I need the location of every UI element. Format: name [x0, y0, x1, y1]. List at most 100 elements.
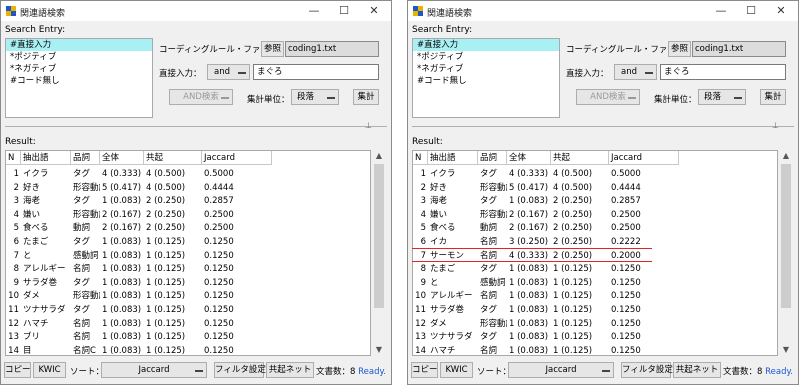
result-table[interactable]: N 抽出語 品詞 全体 共起 Jaccard 1 イクラ タグ 4 (0.333) 4 … [412, 150, 778, 356]
and-search-select[interactable]: AND検索 [576, 89, 640, 105]
table-row[interactable]: 7 と 感動詞 1 (0.083) 1 (0.125) 0.1250 [6, 250, 370, 264]
column-header-pos[interactable]: 品詞 [71, 151, 100, 165]
entry-item[interactable]: *ネガティブ [413, 63, 559, 75]
table-row[interactable]: 2 好き 形容動詞5 (0.417) 4 (0.500) 0.4444 [413, 182, 777, 196]
entry-list[interactable]: #直接入力 *ポジティブ *ネガティブ #コード無し [412, 38, 560, 118]
table-row[interactable]: 9 と 感動詞 1 (0.083) 1 (0.125) 0.1250 [413, 277, 777, 291]
column-header-word[interactable]: 抽出語 [21, 151, 71, 165]
copy-button[interactable]: コピー [4, 362, 31, 378]
column-header-total[interactable]: 全体 [100, 151, 144, 165]
minimize-button[interactable]: — [303, 3, 325, 19]
vertical-scrollbar[interactable]: ▲ ▼ [779, 150, 793, 356]
table-row[interactable]: 11 サラダ巻 タグ 1 (0.083) 1 (0.125) 0.1250 [413, 304, 777, 318]
sash-handle-icon[interactable]: ⊥ [772, 122, 782, 130]
column-header-word[interactable]: 抽出語 [428, 151, 478, 165]
scroll-up-icon[interactable]: ▲ [372, 150, 386, 162]
table-row[interactable]: 4 嫌い 形容動詞2 (0.167) 2 (0.250) 0.2500 [413, 209, 777, 223]
and-select[interactable]: and [207, 64, 250, 80]
table-row[interactable]: 14 ハマチ 名詞 1 (0.083) 1 (0.125) 0.1250 [413, 345, 777, 355]
entry-item[interactable]: #コード無し [6, 75, 152, 87]
filter-button[interactable]: フィルタ設定 [621, 362, 673, 378]
table-row[interactable]: 4 嫌い 形容動詞2 (0.167) 2 (0.250) 0.2500 [6, 209, 370, 223]
table-cell: と [430, 277, 439, 288]
column-header-cooccur[interactable]: 共起 [551, 151, 609, 165]
kwic-button[interactable]: KWIC [440, 362, 473, 378]
entry-item[interactable]: *ポジティブ [6, 51, 152, 63]
and-select[interactable]: and [614, 64, 657, 80]
maximize-button[interactable]: ☐ [740, 3, 762, 19]
pane-divider[interactable] [412, 126, 794, 127]
table-cell: 0.1250 [611, 264, 641, 275]
table-row[interactable]: 5 食べる 動詞 2 (0.167) 2 (0.250) 0.2500 [6, 222, 370, 236]
table-row[interactable]: 2 好き 形容動詞5 (0.417) 4 (0.500) 0.4444 [6, 182, 370, 196]
table-cell: たまご [23, 236, 49, 247]
table-row[interactable]: 10 ダメ 形容動詞1 (0.083) 1 (0.125) 0.1250 [6, 290, 370, 304]
vertical-scrollbar[interactable]: ▲ ▼ [372, 150, 386, 356]
coding-file-field[interactable]: coding1.txt [692, 41, 786, 57]
network-button[interactable]: 共起ネット [266, 362, 314, 378]
column-header-n[interactable]: N [413, 151, 428, 165]
table-row[interactable]: 1 イクラ タグ 4 (0.333) 4 (0.500) 0.5000 [413, 168, 777, 182]
search-input[interactable]: まぐろ [660, 64, 786, 80]
table-cell: 0.2500 [204, 209, 234, 220]
table-row[interactable]: 10 アレルギー 名詞 1 (0.083) 1 (0.125) 0.1250 [413, 290, 777, 304]
entry-list[interactable]: #直接入力 *ポジティブ *ネガティブ #コード無し [5, 38, 153, 118]
sash-handle-icon[interactable]: ⊥ [365, 122, 375, 130]
entry-item[interactable]: #直接入力 [6, 39, 152, 51]
close-button[interactable]: ✕ [363, 3, 385, 19]
browse-button[interactable]: 参照 [668, 41, 691, 57]
count-button[interactable]: 集計 [353, 89, 379, 105]
column-header-jaccard[interactable]: Jaccard [609, 151, 679, 165]
count-button[interactable]: 集計 [760, 89, 786, 105]
table-cell: 1 (0.083) [509, 318, 549, 329]
scroll-down-icon[interactable]: ▼ [372, 344, 386, 356]
unit-select[interactable]: 段落 [698, 89, 746, 105]
table-row[interactable]: 12 ダメ 形容動詞1 (0.083) 1 (0.125) 0.1250 [413, 318, 777, 332]
entry-item[interactable]: #コード無し [413, 75, 559, 87]
entry-item[interactable]: *ポジティブ [413, 51, 559, 63]
minimize-button[interactable]: — [710, 3, 732, 19]
table-row[interactable]: 3 海老 タグ 1 (0.083) 2 (0.250) 0.2857 [413, 195, 777, 209]
close-button[interactable]: ✕ [770, 3, 792, 19]
browse-button[interactable]: 参照 [261, 41, 284, 57]
table-row[interactable]: 9 サラダ巻 タグ 1 (0.083) 1 (0.125) 0.1250 [6, 277, 370, 291]
and-search-select[interactable]: AND検索 [169, 89, 233, 105]
table-row[interactable]: 13 ツナサラダ タグ 1 (0.083) 1 (0.125) 0.1250 [413, 331, 777, 345]
scroll-thumb[interactable] [781, 164, 791, 308]
scroll-thumb[interactable] [374, 164, 384, 308]
filter-button[interactable]: フィルタ設定 [214, 362, 266, 378]
title-bar[interactable]: 関連語検索 — ☐ ✕ [1, 1, 391, 21]
table-row[interactable]: 12 ハマチ 名詞 1 (0.083) 1 (0.125) 0.1250 [6, 318, 370, 332]
maximize-button[interactable]: ☐ [333, 3, 355, 19]
table-row[interactable]: 11 ツナサラダ タグ 1 (0.083) 1 (0.125) 0.1250 [6, 304, 370, 318]
result-table[interactable]: N 抽出語 品詞 全体 共起 Jaccard 1 イクラ タグ 4 (0.333) 4 … [5, 150, 371, 356]
table-row[interactable]: 8 アレルギー 名詞 1 (0.083) 1 (0.125) 0.1250 [6, 263, 370, 277]
table-row[interactable]: 8 たまご タグ 1 (0.083) 1 (0.125) 0.1250 [413, 263, 777, 277]
search-input[interactable]: まぐろ [253, 64, 379, 80]
network-button[interactable]: 共起ネット [673, 362, 721, 378]
scroll-up-icon[interactable]: ▲ [779, 150, 793, 162]
sort-select[interactable]: Jaccard [508, 362, 614, 378]
column-header-n[interactable]: N [6, 151, 21, 165]
column-header-cooccur[interactable]: 共起 [144, 151, 202, 165]
column-header-pos[interactable]: 品詞 [478, 151, 507, 165]
sort-value: Jaccard [138, 365, 170, 375]
table-row[interactable]: 13 ブリ 名詞 1 (0.083) 1 (0.125) 0.1250 [6, 331, 370, 345]
column-header-jaccard[interactable]: Jaccard [202, 151, 272, 165]
sort-select[interactable]: Jaccard [101, 362, 207, 378]
table-row[interactable]: 1 イクラ タグ 4 (0.333) 4 (0.500) 0.5000 [6, 168, 370, 182]
table-row[interactable]: 6 たまご タグ 1 (0.083) 1 (0.125) 0.1250 [6, 236, 370, 250]
table-row[interactable]: 3 海老 タグ 1 (0.083) 2 (0.250) 0.2857 [6, 195, 370, 209]
pane-divider[interactable] [5, 126, 387, 127]
table-row[interactable]: 5 食べる 動詞 2 (0.167) 2 (0.250) 0.2500 [413, 222, 777, 236]
entry-item[interactable]: *ネガティブ [6, 63, 152, 75]
copy-button[interactable]: コピー [411, 362, 438, 378]
column-header-total[interactable]: 全体 [507, 151, 551, 165]
table-row[interactable]: 14 目 名詞C 1 (0.083) 1 (0.125) 0.1250 [6, 345, 370, 355]
title-bar[interactable]: 関連語検索 — ☐ ✕ [408, 1, 798, 21]
scroll-down-icon[interactable]: ▼ [779, 344, 793, 356]
entry-item[interactable]: #直接入力 [413, 39, 559, 51]
coding-file-field[interactable]: coding1.txt [285, 41, 379, 57]
kwic-button[interactable]: KWIC [33, 362, 66, 378]
unit-select[interactable]: 段落 [291, 89, 339, 105]
